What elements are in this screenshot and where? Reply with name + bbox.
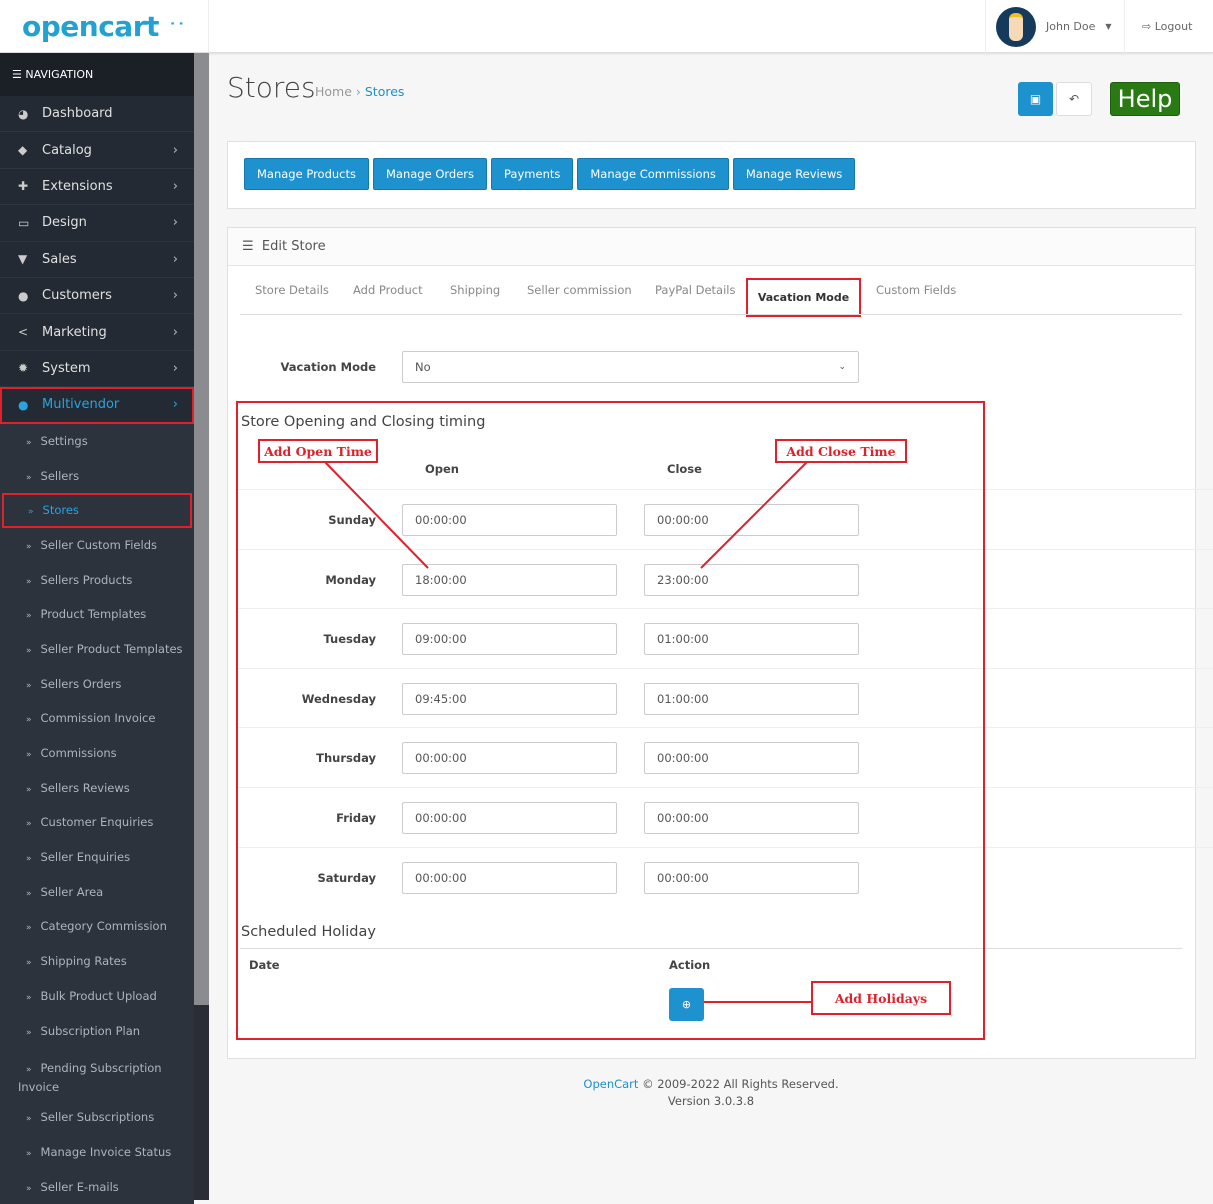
annotation-add-holidays: Add Holidays [811,981,951,1015]
version-text: Version 3.0.3.8 [667,1094,755,1108]
opencart-link[interactable]: OpenCart [583,1077,638,1091]
annotation-frame [236,401,985,1040]
annotation-overlay [236,401,985,1040]
annotation-add-open-time: Add Open Time [258,439,378,463]
annotation-add-close-time: Add Close Time [775,439,907,463]
footer: OpenCart © 2009-2022 All Rights Reserved… [209,1076,1213,1110]
annotation-line-close [700,461,808,569]
annotation-line-open [324,461,429,569]
